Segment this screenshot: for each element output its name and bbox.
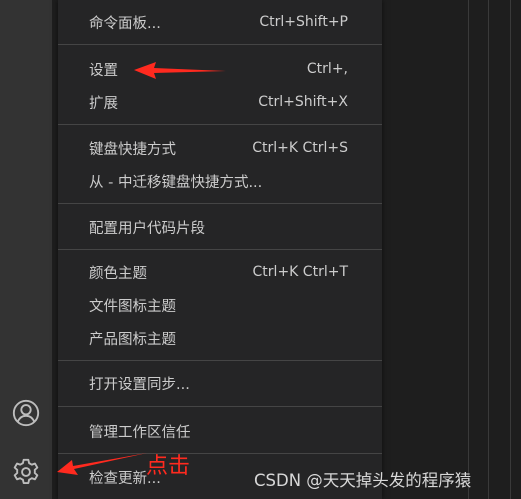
- account-icon[interactable]: [9, 396, 43, 430]
- editor-area: [382, 0, 521, 499]
- menu-separator: [58, 249, 382, 250]
- menu-item-user-snippets[interactable]: 配置用户代码片段: [58, 213, 382, 241]
- menu-item-command-palette[interactable]: 命令面板... Ctrl+Shift+P: [58, 8, 382, 36]
- editor-guide-line: [468, 0, 469, 499]
- annotation-arrow-settings: [134, 62, 226, 79]
- editor-guide-line: [510, 0, 511, 499]
- editor-guide-line: [488, 0, 489, 499]
- menu-item-extensions[interactable]: 扩展 Ctrl+Shift+X: [58, 88, 382, 116]
- menu-separator: [58, 360, 382, 361]
- menu-item-migrate-keybindings[interactable]: 从 - 中迁移键盘快捷方式...: [58, 167, 382, 195]
- menu-item-color-theme[interactable]: 颜色主题 Ctrl+K Ctrl+T: [58, 258, 382, 286]
- menu-item-workspace-trust[interactable]: 管理工作区信任: [58, 417, 382, 445]
- menu-separator: [58, 406, 382, 407]
- menu-separator: [58, 203, 382, 204]
- menu-item-product-icon-theme[interactable]: 产品图标主题: [58, 324, 382, 352]
- annotation-arrow-gear: [57, 453, 147, 475]
- gear-icon[interactable]: [9, 455, 43, 489]
- menu-item-settings-sync[interactable]: 打开设置同步...: [58, 369, 382, 397]
- annotation-click-label: 点击: [146, 454, 191, 479]
- watermark: CSDN @天天掉头发的程序猿: [254, 471, 472, 490]
- menu-separator: [58, 124, 382, 125]
- activity-bar: [0, 0, 52, 499]
- menu-item-file-icon-theme[interactable]: 文件图标主题: [58, 291, 382, 319]
- menu-item-keyboard-shortcuts[interactable]: 键盘快捷方式 Ctrl+K Ctrl+S: [58, 134, 382, 162]
- menu-separator: [58, 44, 382, 45]
